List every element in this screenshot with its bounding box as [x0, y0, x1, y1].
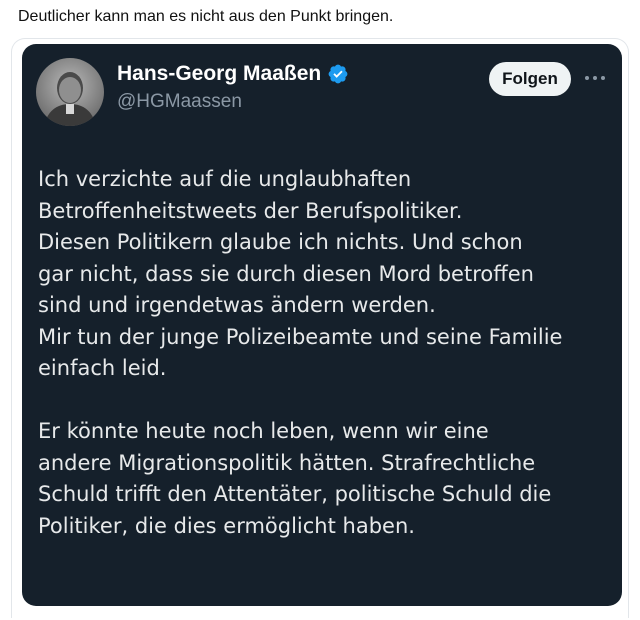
verified-badge-icon — [327, 63, 349, 85]
tweet-text: Ich verzichte auf die unglaubhaften Betr… — [38, 164, 613, 542]
tweet-line: Schuld trifft den Attentäter, politische… — [38, 482, 552, 506]
tweet-card[interactable]: Hans-Georg Maaßen @HGMaassen Folgen Ich … — [22, 44, 622, 606]
tweet-line: Politiker, die dies ermöglicht haben. — [38, 513, 415, 538]
author-handle[interactable]: @HGMaassen — [117, 91, 242, 113]
tweet-line: Er könnte heute noch leben, wenn wir ein… — [38, 419, 489, 443]
tweet-line: einfach leid. — [38, 356, 167, 380]
tweet-line: Betroffenheitstweets der Berufspolitiker… — [38, 198, 463, 223]
more-dots-icon[interactable] — [582, 66, 608, 90]
author-name-row[interactable]: Hans-Georg Maaßen — [117, 62, 349, 86]
screenshot-page: Deutlicher kann man es nicht aus den Pun… — [0, 0, 640, 620]
author-name[interactable]: Hans-Georg Maaßen — [117, 62, 321, 86]
paragraph-break — [38, 385, 613, 417]
tweet-line: Diesen Politikern glaube ich nichts. Und… — [38, 230, 523, 254]
tweet-line: Mir tun der junge Polizeibeamte und sein… — [38, 324, 563, 349]
follow-button[interactable]: Folgen — [489, 62, 571, 96]
tweet-line: Ich verzichte auf die unglaubhaften — [38, 167, 412, 191]
post-caption: Deutlicher kann man es nicht aus den Pun… — [18, 8, 394, 25]
avatar-photo — [36, 58, 104, 126]
tweet-line: gar nicht, dass sie durch diesen Mord be… — [38, 261, 534, 286]
avatar[interactable] — [36, 58, 104, 126]
tweet-line: andere Migrationspolitik hätten. Strafre… — [38, 450, 536, 475]
tweet-line: sind und irgendetwas ändern werden. — [38, 293, 436, 317]
